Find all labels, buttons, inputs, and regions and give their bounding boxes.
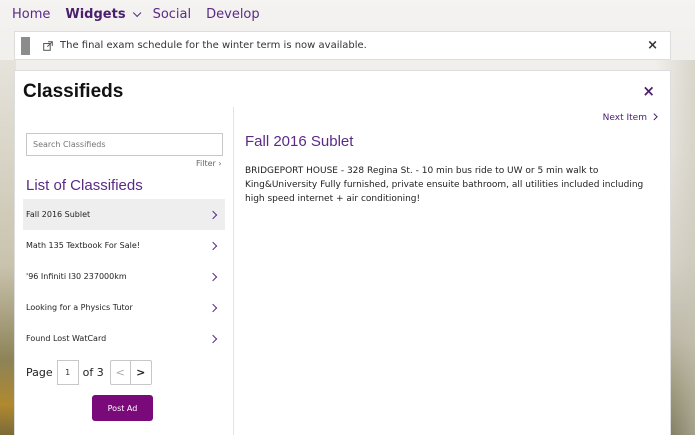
next-page-button[interactable]: > xyxy=(131,361,151,384)
nav-social[interactable]: Social xyxy=(153,7,192,22)
nav-widgets[interactable]: Widgets xyxy=(65,6,141,22)
top-nav: Home Widgets Social Develop xyxy=(0,0,695,28)
page-label: Page xyxy=(26,366,53,379)
list-item[interactable]: Fall 2016 Sublet xyxy=(23,199,225,230)
detail-title: Fall 2016 Sublet xyxy=(245,133,354,150)
list-item[interactable]: Looking for a Physics Tutor xyxy=(23,292,225,323)
next-item-link[interactable]: Next Item xyxy=(602,113,658,123)
list-item[interactable]: Found Lost WatCard xyxy=(23,323,225,354)
search-input[interactable] xyxy=(26,133,223,156)
list-item-label: Looking for a Physics Tutor xyxy=(26,303,133,312)
classifieds-list: Fall 2016 Sublet Math 135 Textbook For S… xyxy=(23,199,225,354)
prev-page-button[interactable]: < xyxy=(111,361,131,384)
chevron-right-icon xyxy=(208,303,218,312)
panel-title: Classifieds xyxy=(23,81,124,102)
chevron-right-icon xyxy=(650,113,658,121)
banner-close-button[interactable]: × xyxy=(647,38,658,53)
list-item-label: Found Lost WatCard xyxy=(26,334,107,343)
chevron-right-icon xyxy=(208,334,218,343)
nav-home[interactable]: Home xyxy=(12,7,50,22)
chevron-right-icon xyxy=(208,272,218,281)
classifieds-panel: Classifieds × Filter › List of Classifie… xyxy=(14,70,671,435)
list-item-label: Math 135 Textbook For Sale! xyxy=(26,241,140,250)
nav-widgets-label: Widgets xyxy=(65,6,126,22)
list-item-label: '96 Infiniti I30 237000km xyxy=(26,272,127,281)
list-item[interactable]: '96 Infiniti I30 237000km xyxy=(23,261,225,292)
chevron-down-icon xyxy=(132,8,141,17)
external-link-icon[interactable] xyxy=(43,40,53,51)
next-item-label: Next Item xyxy=(602,113,647,123)
chevron-right-icon xyxy=(208,241,218,250)
page-buttons: < > xyxy=(109,360,152,385)
column-divider xyxy=(233,107,234,435)
list-item-label: Fall 2016 Sublet xyxy=(26,210,91,219)
chevron-right-icon xyxy=(208,210,218,219)
nav-develop[interactable]: Develop xyxy=(206,7,260,22)
panel-close-button[interactable]: × xyxy=(642,82,655,100)
detail-body: BRIDGEPORT HOUSE - 328 Regina St. - 10 m… xyxy=(245,166,644,204)
pagination: Page of 3 < > xyxy=(26,360,152,385)
page-total-label: of 3 xyxy=(82,366,104,379)
post-ad-button[interactable]: Post Ad xyxy=(92,395,153,421)
filter-link[interactable]: Filter › xyxy=(196,159,222,168)
banner-accent-bar xyxy=(21,36,30,55)
page-number-input[interactable] xyxy=(56,360,79,385)
banner-message: The final exam schedule for the winter t… xyxy=(60,40,367,51)
list-item[interactable]: Math 135 Textbook For Sale! xyxy=(23,230,225,261)
announcement-banner: The final exam schedule for the winter t… xyxy=(14,31,671,60)
list-heading: List of Classifieds xyxy=(26,177,143,194)
